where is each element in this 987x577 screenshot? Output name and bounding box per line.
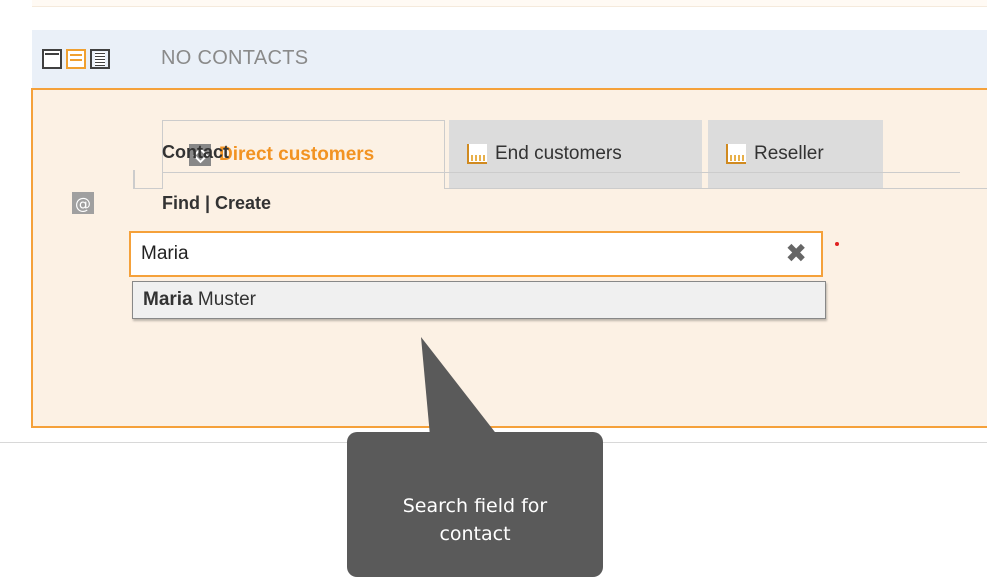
tooltip: Search field for contact <box>347 432 603 577</box>
tab-reseller[interactable]: Reseller <box>708 120 883 188</box>
top-strip <box>32 0 987 7</box>
tab-end-customers[interactable]: End customers <box>449 120 702 188</box>
section-label-contact: Contact <box>162 142 229 162</box>
suggestion-item[interactable]: Maria Muster <box>132 281 826 319</box>
search-input[interactable] <box>141 233 741 275</box>
find-create-label: Find | Create <box>162 193 272 213</box>
factory-icon <box>726 144 746 164</box>
suggestion-match: Maria <box>143 289 193 310</box>
view-switcher <box>42 49 110 69</box>
tooltip-line1: Search field for <box>402 494 548 517</box>
contact-search-field[interactable]: ✖ <box>129 231 823 277</box>
suggestion-rest: Muster <box>192 289 256 310</box>
tab-label: Direct customers <box>219 144 375 165</box>
factory-icon <box>467 144 487 164</box>
at-icon: @ <box>72 192 94 214</box>
tab-divider <box>133 170 135 188</box>
tab-label: End customers <box>495 143 622 164</box>
view-card-icon[interactable] <box>66 49 86 69</box>
tab-label: Reseller <box>754 143 824 164</box>
required-indicator <box>835 242 839 246</box>
contacts-header: NO CONTACTS <box>32 30 987 88</box>
tooltip-line2: contact <box>439 522 511 545</box>
view-list-icon[interactable] <box>90 49 110 69</box>
view-compact-icon[interactable] <box>42 49 62 69</box>
clear-icon[interactable]: ✖ <box>785 239 807 269</box>
section-divider <box>162 172 960 173</box>
header-title: NO CONTACTS <box>161 47 309 69</box>
